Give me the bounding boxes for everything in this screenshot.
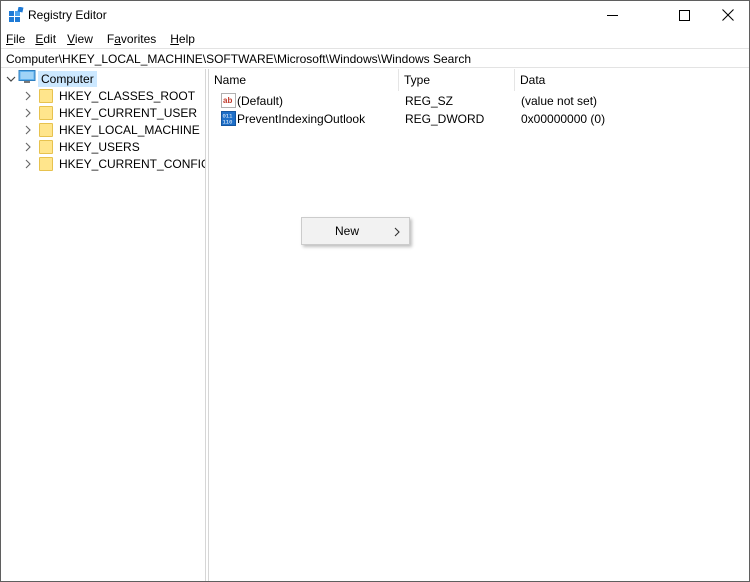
menu-bar: File Edit View Favorites Help bbox=[1, 30, 199, 48]
context-menu: New bbox=[301, 217, 410, 245]
close-button[interactable] bbox=[705, 1, 750, 29]
maximize-icon bbox=[678, 9, 690, 21]
value-name: (Default) bbox=[237, 94, 284, 108]
chevron-right-icon[interactable] bbox=[23, 108, 33, 118]
key-tree-pane[interactable]: Computer HKEY_CLASSES_ROOT HKEY_CURRENT_… bbox=[1, 69, 210, 581]
chevron-right-icon bbox=[393, 226, 401, 240]
column-header-type[interactable]: Type bbox=[399, 69, 515, 91]
chevron-right-icon[interactable] bbox=[23, 125, 33, 135]
chevron-right-icon[interactable] bbox=[23, 159, 33, 169]
computer-icon bbox=[18, 70, 36, 87]
value-data: 0x00000000 (0) bbox=[521, 112, 606, 126]
tree-node-computer[interactable]: Computer bbox=[6, 70, 97, 87]
folder-icon bbox=[39, 88, 53, 103]
tree-node-hkey-current-user[interactable]: HKEY_CURRENT_USER bbox=[23, 104, 197, 121]
value-row-preventindexingoutlook[interactable]: 011 110 PreventIndexingOutlook REG_DWORD… bbox=[209, 110, 749, 128]
folder-icon bbox=[39, 156, 53, 171]
folder-icon bbox=[39, 122, 53, 137]
minimize-icon bbox=[606, 14, 618, 16]
tree-label[interactable]: HKEY_USERS bbox=[59, 140, 140, 154]
minimize-button[interactable] bbox=[589, 1, 635, 29]
registry-editor-app-icon bbox=[8, 6, 24, 23]
context-menu-new[interactable]: New bbox=[304, 220, 407, 242]
tree-node-hkey-classes-root[interactable]: HKEY_CLASSES_ROOT bbox=[23, 87, 195, 104]
menu-file[interactable]: File bbox=[1, 30, 29, 48]
value-row-default[interactable]: ab (Default) REG_SZ (value not set) bbox=[209, 92, 749, 110]
chevron-down-icon[interactable] bbox=[6, 74, 16, 84]
value-type: REG_SZ bbox=[405, 94, 454, 108]
column-header-name[interactable]: Name bbox=[209, 69, 399, 91]
tree-label[interactable]: HKEY_LOCAL_MACHINE bbox=[59, 123, 200, 137]
menu-help[interactable]: Help bbox=[160, 30, 199, 48]
menu-edit[interactable]: Edit bbox=[29, 30, 60, 48]
tree-label[interactable]: HKEY_CLASSES_ROOT bbox=[59, 89, 195, 103]
context-menu-new-label: New bbox=[335, 224, 360, 238]
menu-favorites[interactable]: Favorites bbox=[97, 30, 160, 48]
value-type: REG_DWORD bbox=[405, 112, 485, 126]
column-header-data[interactable]: Data bbox=[515, 69, 749, 91]
svg-text:ab: ab bbox=[223, 96, 232, 105]
window-title: Registry Editor bbox=[28, 8, 107, 22]
address-path[interactable]: Computer\HKEY_LOCAL_MACHINE\SOFTWARE\Mic… bbox=[6, 52, 471, 66]
maximize-button[interactable] bbox=[661, 1, 707, 29]
chevron-right-icon[interactable] bbox=[23, 91, 33, 101]
value-name: PreventIndexingOutlook bbox=[237, 112, 366, 126]
tree-node-hkey-users[interactable]: HKEY_USERS bbox=[23, 138, 140, 155]
tree-node-hkey-current-config[interactable]: HKEY_CURRENT_CONFIG bbox=[23, 155, 210, 172]
registry-editor-window: Registry Editor File Edit View Favorites… bbox=[0, 0, 750, 582]
tree-label[interactable]: HKEY_CURRENT_CONFIG bbox=[59, 157, 210, 171]
address-bar[interactable]: Computer\HKEY_LOCAL_MACHINE\SOFTWARE\Mic… bbox=[1, 48, 749, 68]
tree-node-hkey-local-machine[interactable]: HKEY_LOCAL_MACHINE bbox=[23, 121, 200, 138]
menu-view[interactable]: View bbox=[60, 30, 97, 48]
tree-label-computer[interactable]: Computer bbox=[38, 70, 97, 87]
svg-text:110: 110 bbox=[223, 119, 233, 126]
chevron-right-icon[interactable] bbox=[23, 142, 33, 152]
title-bar[interactable]: Registry Editor bbox=[1, 1, 749, 29]
folder-icon bbox=[39, 105, 53, 120]
values-list-pane[interactable]: Name Type Data ab (Default) REG_SZ (valu… bbox=[209, 69, 749, 581]
close-icon bbox=[722, 9, 734, 21]
value-data: (value not set) bbox=[521, 94, 598, 108]
tree-label[interactable]: HKEY_CURRENT_USER bbox=[59, 106, 197, 120]
dword-value-icon: 011 110 bbox=[221, 111, 236, 129]
folder-icon bbox=[39, 139, 53, 154]
string-value-icon: ab bbox=[221, 93, 236, 111]
